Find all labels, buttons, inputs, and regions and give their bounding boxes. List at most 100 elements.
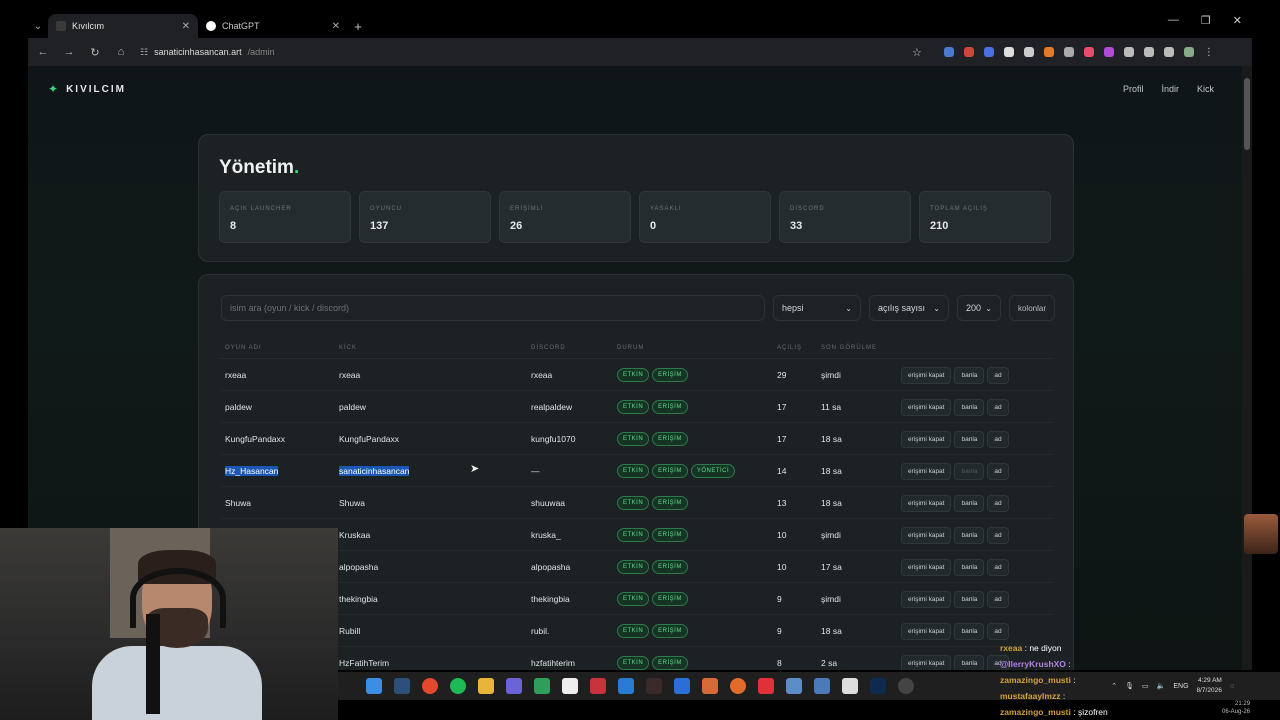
tab-search-icon[interactable]: ⌄ (28, 21, 48, 32)
close-tab-icon[interactable]: ✕ (182, 21, 190, 32)
extension-icon[interactable] (1083, 46, 1094, 57)
rename-button[interactable]: ad (987, 623, 1009, 640)
columns-button[interactable]: kolonlar (1009, 295, 1055, 321)
revoke-access-button[interactable]: erişimi kapat (901, 399, 952, 416)
extension-icon[interactable] (1063, 46, 1074, 57)
revoke-access-button[interactable]: erişimi kapat (901, 495, 952, 512)
rename-button[interactable]: ad (987, 527, 1009, 544)
nav-link-kick[interactable]: Kick (1197, 84, 1214, 94)
app-icon[interactable] (786, 678, 802, 694)
close-window-icon[interactable]: ✕ (1233, 14, 1242, 27)
ban-button[interactable]: banla (954, 399, 985, 416)
revoke-access-button[interactable]: erişimi kapat (901, 655, 952, 670)
bookmarks-icon[interactable] (1143, 46, 1154, 57)
app-icon[interactable] (814, 678, 830, 694)
brand-logo[interactable]: ✦ KIVILCIM (48, 82, 126, 96)
col-header-opens[interactable]: AÇILIŞ (777, 345, 802, 351)
close-tab-icon[interactable]: ✕ (332, 21, 340, 32)
obs-icon[interactable] (898, 678, 914, 694)
extension-icon[interactable] (1023, 46, 1034, 57)
extension-icon[interactable] (1103, 46, 1114, 57)
ban-button[interactable]: banla (954, 623, 985, 640)
app-icon[interactable] (730, 678, 746, 694)
col-header-status[interactable]: DURUM (617, 345, 644, 351)
revoke-access-button[interactable]: erişimi kapat (901, 559, 952, 576)
table-row[interactable]: Hz_Hasancan sanaticinhasancan — ETKİN ERİŞİM… (221, 455, 1053, 487)
ban-button[interactable]: banla (954, 495, 985, 512)
app-icon[interactable] (646, 678, 662, 694)
extensions-puzzle-icon[interactable] (1123, 46, 1134, 57)
back-icon[interactable]: ← (36, 46, 50, 58)
revoke-access-button[interactable]: erişimi kapat (901, 527, 952, 544)
spotify-icon[interactable] (450, 678, 466, 694)
app-icon[interactable] (590, 678, 606, 694)
ban-button[interactable]: banla (954, 655, 985, 670)
forward-icon[interactable]: → (62, 46, 76, 58)
maximize-icon[interactable]: ❐ (1201, 14, 1211, 27)
revoke-access-button[interactable]: erişimi kapat (901, 623, 952, 640)
rename-button[interactable]: ad (987, 463, 1009, 480)
app-icon[interactable] (674, 678, 690, 694)
browser-menu-icon[interactable]: ⋮ (1204, 47, 1214, 58)
ban-button[interactable]: banla (954, 591, 985, 608)
extension-icon[interactable] (963, 46, 974, 57)
profile-avatar-icon[interactable] (1183, 46, 1194, 57)
col-header-kick[interactable]: KİCK (339, 345, 357, 351)
revoke-access-button[interactable]: erişimi kapat (901, 367, 952, 384)
ban-button[interactable]: banla (954, 367, 985, 384)
address-bar[interactable]: ☷ sanaticinhasancan.art/admin (140, 42, 900, 62)
rename-button[interactable]: ad (987, 591, 1009, 608)
table-row[interactable]: Kruskaa kruska_ ETKİN ERİŞİM 10 şimdi erişimi … (221, 519, 1053, 551)
extension-icon[interactable] (1003, 46, 1014, 57)
minimize-icon[interactable]: — (1168, 14, 1179, 27)
site-info-icon[interactable]: ☷ (140, 47, 148, 58)
volume-icon[interactable]: 🔈 (1157, 682, 1166, 690)
rename-button[interactable]: ad (987, 399, 1009, 416)
extension-icon[interactable] (943, 46, 954, 57)
windows-start-icon[interactable] (366, 678, 382, 694)
ban-button[interactable]: banla (954, 431, 985, 448)
app-icon[interactable] (842, 678, 858, 694)
limit-select[interactable]: 200 ⌄ (957, 295, 1001, 321)
tab-kivilcim[interactable]: Kıvılcım ✕ (48, 14, 198, 38)
rename-button[interactable]: ad (987, 367, 1009, 384)
table-row[interactable]: KungfuPandaxx KungfuPandaxx kungfu1070 ETKİ… (221, 423, 1053, 455)
extension-icon[interactable] (983, 46, 994, 57)
reload-icon[interactable]: ↻ (88, 46, 102, 59)
revoke-access-button[interactable]: erişimi kapat (901, 591, 952, 608)
rename-button[interactable]: ad (987, 559, 1009, 576)
sort-select[interactable]: açılış sayısı ⌄ (869, 295, 949, 321)
app-icon[interactable] (534, 678, 550, 694)
reading-list-icon[interactable] (1163, 46, 1174, 57)
app-icon[interactable] (758, 678, 774, 694)
bookmark-star-icon[interactable]: ☆ (912, 46, 922, 59)
col-header-name[interactable]: OYUN ADI (225, 345, 262, 351)
scrollbar-thumb[interactable] (1244, 78, 1250, 150)
notification-icon[interactable]: ◌ (1230, 683, 1234, 690)
page-scrollbar[interactable] (1242, 66, 1252, 670)
chrome-icon[interactable] (422, 678, 438, 694)
table-row[interactable]: HzFatihTerim hzfatihterim ETKİN ERİŞİM 8 2 sa… (221, 647, 1053, 670)
steam-icon[interactable] (394, 678, 410, 694)
extension-icon[interactable] (1043, 46, 1054, 57)
status-select[interactable]: hepsi ⌄ (773, 295, 861, 321)
ban-button[interactable]: banla (954, 527, 985, 544)
language-indicator[interactable]: ENG (1173, 683, 1188, 690)
search-input[interactable]: isim ara (oyun / kick / discord) (221, 295, 765, 321)
table-row[interactable]: thekingbia thekingbia ETKİN ERİŞİM 9 şimdi eri… (221, 583, 1053, 615)
clock[interactable]: 4:29 AM 8/7/2026 (1197, 676, 1222, 696)
app-icon[interactable] (702, 678, 718, 694)
table-row[interactable]: paldew paldew realpaldew ETKİN ERİŞİM 17 11 sa… (221, 391, 1053, 423)
new-tab-icon[interactable]: + (348, 19, 368, 34)
revoke-access-button[interactable]: erişimi kapat (901, 463, 952, 480)
nav-link-profil[interactable]: Profil (1123, 84, 1144, 94)
rename-button[interactable]: ad (987, 495, 1009, 512)
revoke-access-button[interactable]: erişimi kapat (901, 431, 952, 448)
ban-button[interactable]: banla (954, 463, 985, 480)
photoshop-icon[interactable] (870, 678, 886, 694)
home-icon[interactable]: ⌂ (114, 46, 128, 58)
app-icon[interactable] (618, 678, 634, 694)
table-row[interactable]: rxeaa rxeaa rxeaa ETKİN ERİŞİM 29 şimdi erişimi… (221, 359, 1053, 391)
discord-icon[interactable] (506, 678, 522, 694)
tab-chatgpt[interactable]: ChatGPT ✕ (198, 14, 348, 38)
